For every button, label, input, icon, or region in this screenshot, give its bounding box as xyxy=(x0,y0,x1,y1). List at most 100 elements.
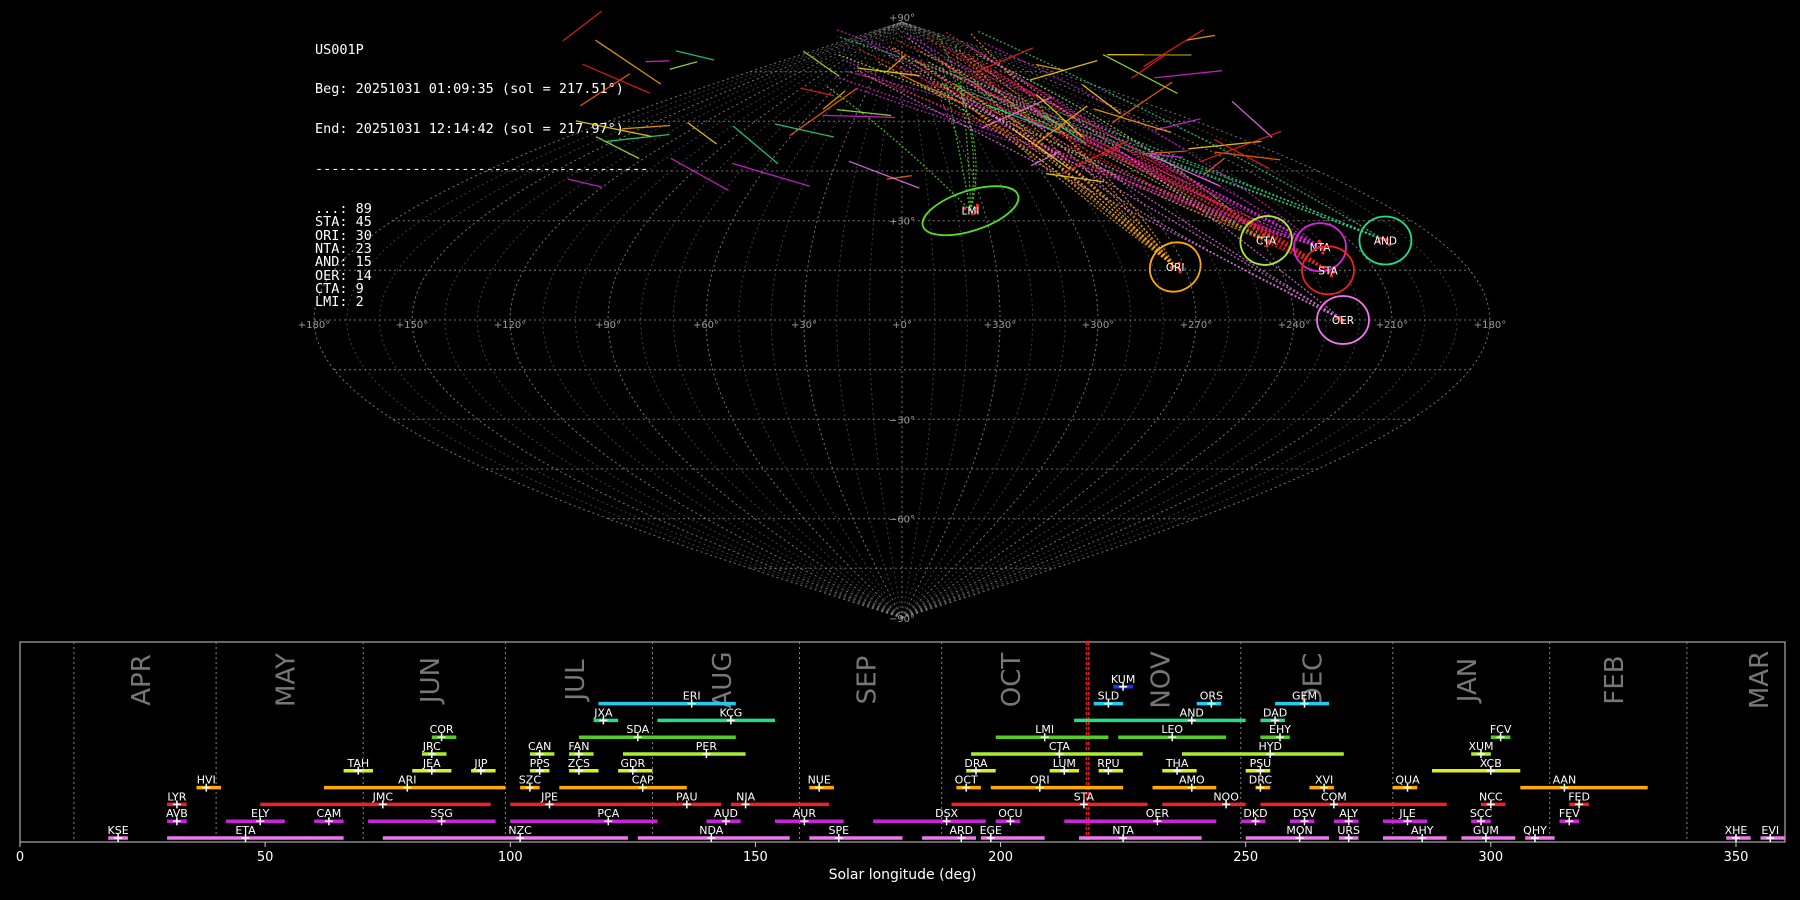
longitude-tick-label: +300° xyxy=(1082,320,1114,331)
shower-label: ERI xyxy=(683,690,701,703)
sporadic-trail xyxy=(669,61,698,70)
longitude-tick-label: +180° xyxy=(1474,320,1506,331)
shower-label: RPU xyxy=(1097,757,1119,770)
shower-label: XCB xyxy=(1480,757,1502,770)
sporadic-trail xyxy=(836,108,892,117)
month-label: MAY xyxy=(272,653,302,707)
shower-label: SLD xyxy=(1098,690,1120,703)
longitude-tick-label: +180° xyxy=(298,320,330,331)
sporadic-trail xyxy=(1143,29,1204,68)
sporadic-trail xyxy=(848,160,920,189)
shower-label: JRC xyxy=(422,740,441,753)
x-tick-label: 250 xyxy=(1233,850,1258,865)
longitude-tick-label: +240° xyxy=(1278,320,1310,331)
sporadic-trail xyxy=(562,10,603,42)
shower-label: PSU xyxy=(1250,757,1272,770)
shower-label: ORI xyxy=(1030,774,1050,787)
longitude-tick-label: +0° xyxy=(892,320,912,331)
shower-label: AMO xyxy=(1179,774,1205,787)
longitude-tick-label: +30° xyxy=(791,320,817,331)
longitude-tick-label: +330° xyxy=(984,320,1016,331)
shower-label: XUM xyxy=(1468,740,1493,753)
latitude-tick-label: −90° xyxy=(889,614,915,625)
sporadic-trail xyxy=(575,120,652,138)
shower-label: FAN xyxy=(568,740,589,753)
shower-kum: KUM xyxy=(1111,673,1135,691)
shower-cam: CAM xyxy=(314,807,344,826)
x-tick-label: 300 xyxy=(1478,850,1503,865)
shower-label: AND xyxy=(1180,706,1204,719)
shower-timeline: APR MAY JUN JUL AUG SEP OCT NOV DEC JAN FEB MARKUME… xyxy=(16,641,1786,883)
shower-label: ZCS xyxy=(568,757,590,770)
shower-label: SDA xyxy=(626,723,649,736)
shower-label: EGE xyxy=(980,824,1002,837)
shower-label: ARI xyxy=(398,774,416,787)
sporadic-trail xyxy=(645,60,670,63)
sporadic-trail xyxy=(1131,54,1166,79)
radiant-and: AND xyxy=(1358,215,1413,266)
sporadic-trail xyxy=(732,162,811,187)
longitude-tick-label: +270° xyxy=(1180,320,1212,331)
radiant-label: LMI xyxy=(961,206,979,218)
latitude-tick-label: +90° xyxy=(889,13,915,24)
shower-label: KUM xyxy=(1111,673,1135,686)
shower-label: JIP xyxy=(473,757,487,770)
shower-avb: AVB xyxy=(166,807,188,826)
shower-label: DSX xyxy=(935,807,958,820)
sporadic-trail xyxy=(1011,128,1071,171)
shower-label: SZC xyxy=(519,774,542,787)
shower-label: DKD xyxy=(1243,807,1267,820)
shower-fcv: FCV xyxy=(1490,723,1512,742)
shower-label: EVI xyxy=(1761,824,1779,837)
shower-label: NUE xyxy=(808,774,831,787)
shower-label: EHY xyxy=(1269,723,1291,736)
meteor-trail xyxy=(837,35,1386,242)
shower-fed: FED xyxy=(1568,790,1590,809)
shower-tah: TAH xyxy=(343,757,373,775)
shower-label: XVI xyxy=(1315,774,1333,787)
shower-label: ORS xyxy=(1200,690,1223,703)
shower-lum: LUM xyxy=(1049,757,1079,775)
shower-label: GEM xyxy=(1292,690,1317,703)
meteor-trail xyxy=(857,69,1344,321)
sporadic-trail xyxy=(670,157,729,191)
shower-label: COR xyxy=(430,723,454,736)
shower-label: AVB xyxy=(166,807,188,820)
longitude-tick-label: +60° xyxy=(693,320,719,331)
shower-pps: PPS xyxy=(530,757,550,775)
shower-dkd: DKD xyxy=(1240,807,1268,826)
shower-fev: FEV xyxy=(1559,807,1580,826)
shower-label: CAM xyxy=(317,807,342,820)
shower-label: CAN xyxy=(528,740,551,753)
shower-ors: ORS xyxy=(1196,690,1223,708)
sporadic-trail xyxy=(675,50,715,61)
shower-oct: OCT xyxy=(955,774,981,792)
shower-label: FED xyxy=(1568,790,1590,803)
sporadic-trail xyxy=(1231,100,1273,138)
shower-label: NTA xyxy=(1112,824,1134,837)
sporadic-trail xyxy=(582,63,650,94)
shower-label: AAN xyxy=(1553,774,1577,787)
radiant-label: ORI xyxy=(1166,262,1185,274)
shower-rpu: RPU xyxy=(1097,757,1124,775)
shower-label: AUR xyxy=(793,807,817,820)
shower-label: SSG xyxy=(430,807,453,820)
month-label: JUN xyxy=(416,657,446,705)
shower-label: PAU xyxy=(676,790,698,803)
sporadic-trail xyxy=(1029,59,1098,81)
shower-label: PCA xyxy=(597,807,619,820)
radiant-label: OER xyxy=(1332,315,1354,327)
latitude-tick-label: +30° xyxy=(889,217,915,228)
month-label: JUL xyxy=(561,659,591,703)
sporadic-trail xyxy=(732,125,779,165)
sporadic-trail xyxy=(789,88,857,137)
shower-label: GUM xyxy=(1473,824,1499,837)
shower-label: NIA xyxy=(736,790,755,803)
shower-label: COM xyxy=(1321,790,1347,803)
radiant-ori: ORI xyxy=(1148,241,1202,293)
sporadic-trail xyxy=(567,178,602,188)
longitude-tick-label: +90° xyxy=(595,320,621,331)
meteor-trail xyxy=(824,84,971,212)
shower-label: PER xyxy=(696,740,718,753)
shower-label: SPE xyxy=(829,824,850,837)
